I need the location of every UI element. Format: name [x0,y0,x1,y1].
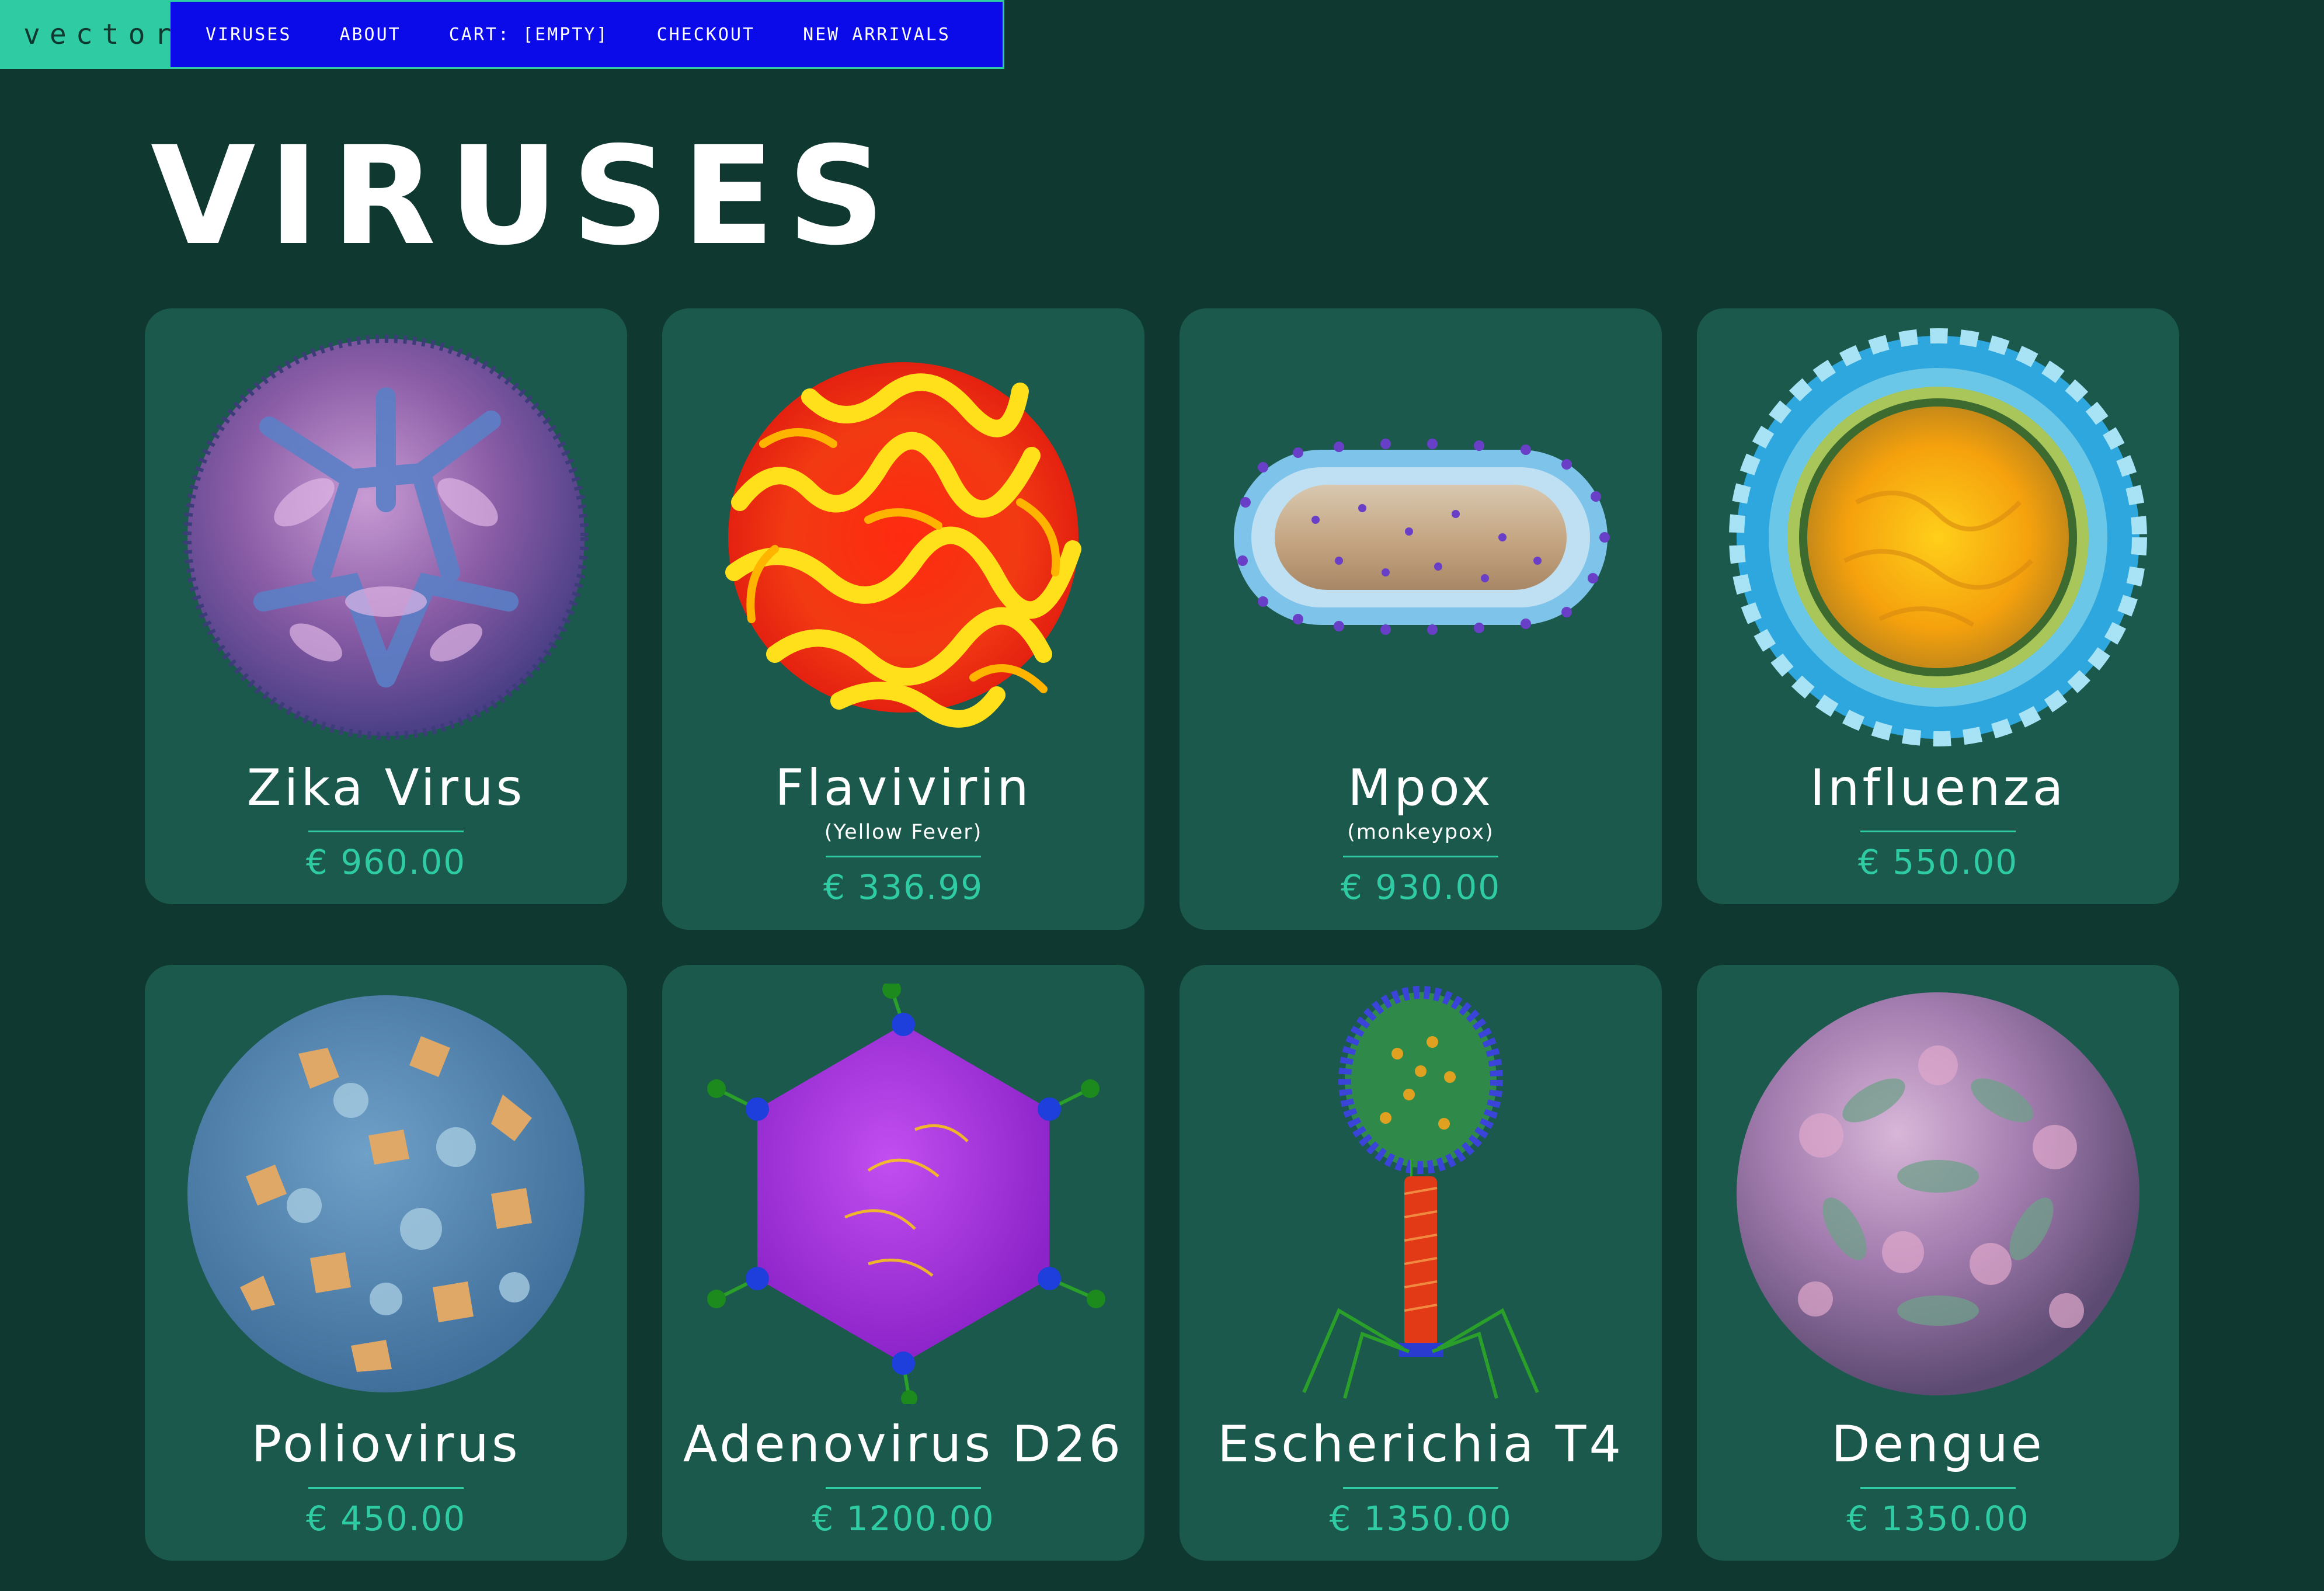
product-price: € 1200.00 [812,1499,995,1538]
product-card-escherichia-t4[interactable]: Escherichia T4 € 1350.00 [1180,965,1662,1561]
product-name: Adenovirus D26 [683,1415,1124,1474]
product-name: Poliovirus [251,1415,521,1474]
product-card-mpox[interactable]: Mpox (monkeypox) € 930.00 [1180,308,1662,930]
product-name: Escherichia T4 [1217,1415,1624,1474]
influenza-virus-image [1729,328,2147,746]
product-divider [1343,1487,1498,1489]
product-card-zika[interactable]: Zika Virus € 960.00 [145,308,627,904]
product-card-flavivirin[interactable]: Flavivirin (Yellow Fever) € 336.99 [662,308,1144,930]
product-price: € 930.00 [1340,867,1501,907]
zika-virus-image [183,335,589,740]
product-card-influenza[interactable]: Influenza € 550.00 [1697,308,2179,904]
dengue-virus-image [1737,992,2139,1395]
product-subtitle: (Yellow Fever) [824,821,983,844]
product-name: Zika Virus [246,759,526,817]
poliovirus-image [187,995,585,1392]
nav-link-cart[interactable]: CART: [EMPTY] [449,25,609,45]
nav-bar: VIRUSES ABOUT CART: [EMPTY] CHECKOUT NEW… [171,0,1004,69]
product-card-adenovirus[interactable]: Adenovirus D26 € 1200.00 [662,965,1144,1561]
product-card-poliovirus[interactable]: Poliovirus € 450.00 [145,965,627,1561]
flavivirin-virus-image [725,362,1081,728]
product-subtitle: (monkeypox) [1347,821,1494,844]
adenovirus-image [707,984,1105,1404]
product-price: € 1350.00 [1329,1499,1512,1538]
product-price: € 960.00 [305,842,467,882]
product-price: € 450.00 [305,1499,467,1538]
mpox-virus-image [1234,439,1610,635]
product-divider [1343,856,1498,857]
top-nav: vector VIRUSES ABOUT CART: [EMPTY] CHECK… [0,0,1004,69]
product-divider [826,1487,981,1489]
nav-link-about[interactable]: ABOUT [339,25,401,45]
product-divider [308,1487,464,1489]
page-title: VIRUSES [151,117,898,275]
nav-link-viruses[interactable]: VIRUSES [206,25,291,45]
brand-logo[interactable]: vector [0,0,171,69]
product-price: € 336.99 [823,867,984,907]
nav-link-checkout[interactable]: CHECKOUT [657,25,756,45]
t4-phage-image [1302,986,1539,1399]
product-name: Flavivirin [775,759,1032,817]
product-divider [308,831,464,832]
product-divider [1860,1487,2016,1489]
product-divider [826,856,981,857]
product-price: € 1350.00 [1846,1499,2030,1538]
product-name: Mpox [1348,759,1494,817]
product-grid: Zika Virus € 960.00 Flavivirin (Yellow F… [145,308,2179,1561]
product-card-dengue[interactable]: Dengue € 1350.00 [1697,965,2179,1561]
product-name: Influenza [1810,759,2066,817]
product-name: Dengue [1831,1415,2045,1474]
product-price: € 550.00 [1857,842,2019,882]
nav-link-new-arrivals[interactable]: NEW ARRIVALS [803,25,951,45]
product-divider [1860,831,2016,832]
